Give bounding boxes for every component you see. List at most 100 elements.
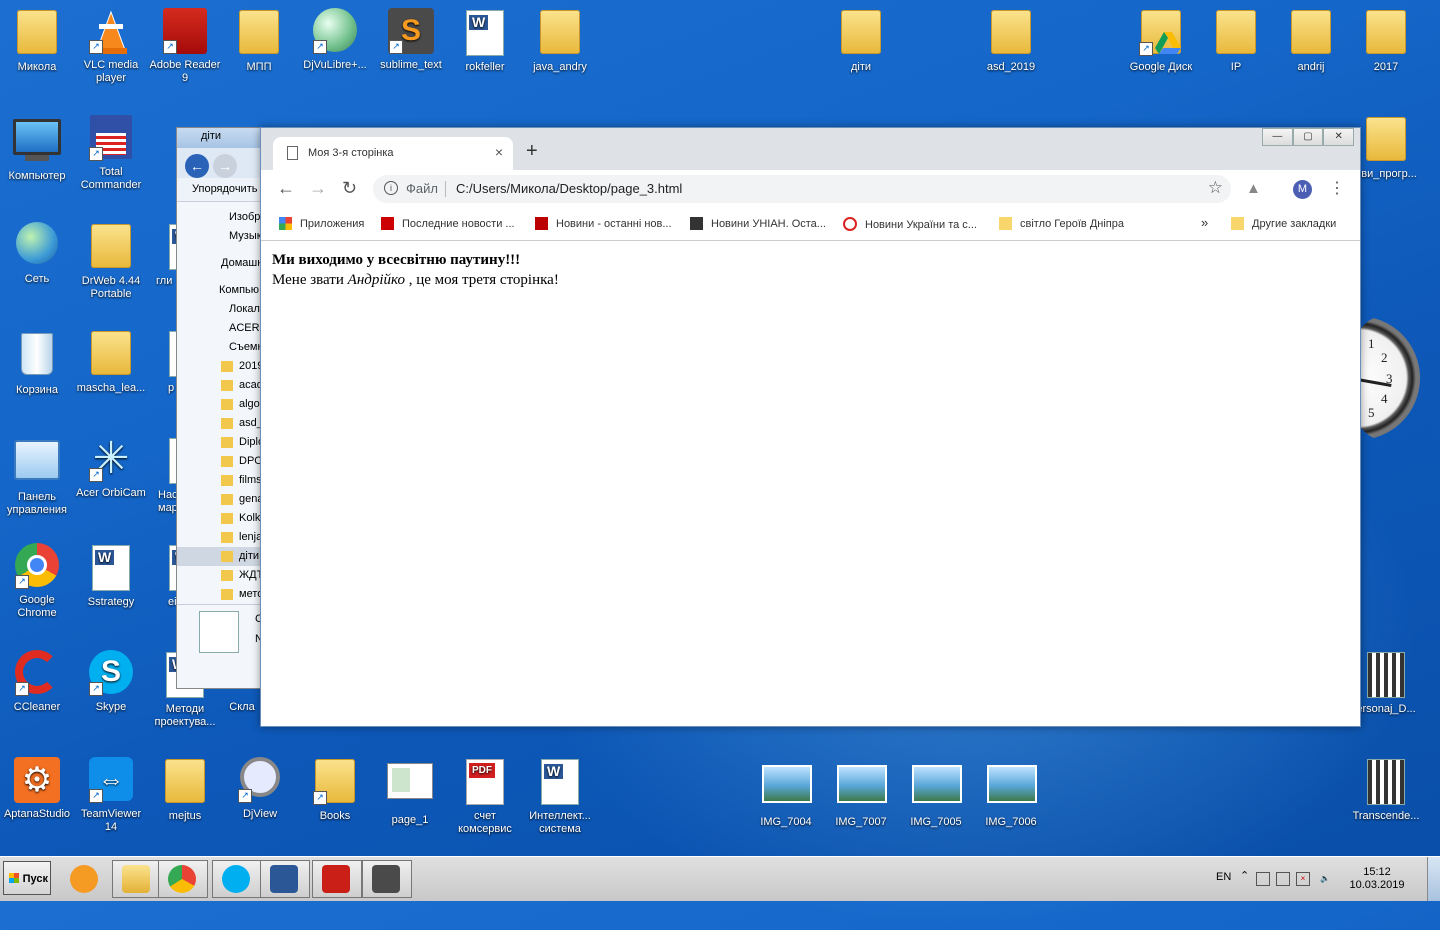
- close-window-button[interactable]: ✕: [1323, 128, 1355, 146]
- bookmark-folder-svitlo[interactable]: світло Героїв Дніпра: [999, 217, 1124, 230]
- desktop-icon-computer[interactable]: Компьютер: [0, 115, 74, 183]
- nav-folder[interactable]: films: [177, 471, 267, 490]
- forward-arrow-icon[interactable]: →: [213, 154, 237, 178]
- nav-item-acerd[interactable]: ACERD: [177, 319, 267, 338]
- nav-folder[interactable]: Kolko: [177, 509, 267, 528]
- show-hidden-icons[interactable]: ⌃: [1240, 869, 1249, 882]
- nav-folder-selected[interactable]: діти: [177, 547, 267, 566]
- taskbar-explorer[interactable]: [112, 860, 162, 898]
- bookmark-korrespondent[interactable]: Новини - останні нов...: [535, 217, 672, 230]
- desktop-icon-teamviewer[interactable]: ⇔ ↗ TeamViewer 14: [74, 757, 148, 834]
- address-bar[interactable]: i Файл C:/Users/Микола/Desktop/page_3.ht…: [373, 175, 1231, 203]
- desktop-icon-page-1[interactable]: page_1: [373, 757, 447, 827]
- tab-close-icon[interactable]: ×: [495, 144, 503, 160]
- desktop-icon-ei[interactable]: W ei: [148, 543, 178, 609]
- desktop-icon-chrome[interactable]: ↗ Google Chrome: [0, 543, 74, 620]
- desktop-icon-google-disk[interactable]: ↗ Google Диск: [1124, 8, 1198, 74]
- nav-folder[interactable]: Diplo: [177, 433, 267, 452]
- desktop-icon-control-panel[interactable]: Панель управления: [0, 436, 74, 517]
- desktop-icon-transcend[interactable]: Transcende...: [1349, 757, 1423, 823]
- desktop-icon-adobe-reader[interactable]: ↗ Adobe Reader 9: [148, 8, 222, 85]
- nav-folder[interactable]: acad: [177, 376, 267, 395]
- more-bookmarks-button[interactable]: »: [1201, 215, 1208, 230]
- desktop-icon-drweb[interactable]: DrWeb 4.44 Portable: [74, 222, 148, 301]
- desktop-icon-total-commander[interactable]: ↗ Total Commander: [74, 115, 148, 192]
- taskbar-word[interactable]: [260, 860, 310, 898]
- nav-folder[interactable]: DPO: [177, 452, 267, 471]
- desktop-icon-skype[interactable]: S ↗ Skype: [74, 650, 148, 714]
- tab-active[interactable]: Моя 3-я сторінка ×: [273, 137, 513, 170]
- desktop-icon-mascha[interactable]: mascha_lea...: [74, 329, 148, 395]
- forward-icon[interactable]: →: [309, 178, 327, 199]
- language-indicator[interactable]: EN: [1216, 871, 1231, 883]
- taskbar-media-player[interactable]: [60, 860, 110, 898]
- nav-item-music[interactable]: Музык: [177, 227, 267, 246]
- nav-folder[interactable]: asd_: [177, 414, 267, 433]
- desktop-icon-intellect[interactable]: W Интеллект... система: [523, 757, 597, 836]
- minimize-button[interactable]: —: [1262, 128, 1293, 146]
- menu-dots-icon[interactable]: ⋮: [1329, 178, 1345, 198]
- taskbar-skype[interactable]: [212, 860, 262, 898]
- desktop-icon-img-7005[interactable]: IMG_7005: [899, 757, 973, 829]
- desktop-icon-ccleaner[interactable]: ↗ CCleaner: [0, 650, 74, 714]
- nav-item-home[interactable]: Домашн: [177, 254, 267, 273]
- tray-network-icon[interactable]: [1276, 872, 1290, 886]
- clock[interactable]: 15:12 10.03.2019: [1342, 866, 1412, 892]
- desktop-icon-p[interactable]: p: [148, 329, 178, 395]
- nav-folder[interactable]: lenja: [177, 528, 267, 547]
- desktop-icon-trash[interactable]: Корзина: [0, 329, 74, 397]
- desktop-icon-mpp[interactable]: МПП: [222, 8, 296, 74]
- nav-folder[interactable]: 2019: [177, 357, 267, 376]
- taskbar-adobe[interactable]: [312, 860, 362, 898]
- desktop-icon-network[interactable]: Сеть: [0, 222, 74, 286]
- tray-usb-icon[interactable]: [1256, 872, 1270, 886]
- organize-button[interactable]: Упорядочить: [177, 178, 267, 202]
- desktop-icon-dity[interactable]: діти: [824, 8, 898, 74]
- desktop-icon-nas-mar[interactable]: Нас марш: [148, 436, 178, 515]
- info-icon[interactable]: i: [384, 181, 398, 195]
- desktop-icon-ip[interactable]: IP: [1199, 8, 1273, 74]
- start-button[interactable]: Пуск: [3, 861, 51, 895]
- back-arrow-icon[interactable]: ←: [185, 154, 209, 178]
- desktop-icon-acer-orbicam[interactable]: ✳ ↗ Acer OrbiCam: [74, 436, 148, 500]
- taskbar-sublime[interactable]: [362, 860, 412, 898]
- explorer-window[interactable]: діти ← → Упорядочить Изобр Музык Домашн …: [176, 127, 268, 689]
- nav-folder[interactable]: ЖДТ: [177, 566, 267, 585]
- back-icon[interactable]: ←: [277, 178, 295, 199]
- chrome-window[interactable]: Моя 3-я сторінка × + — ▢ ✕ ← → ↻ i Файл …: [260, 127, 1361, 727]
- nav-folder[interactable]: algo: [177, 395, 267, 414]
- explorer-nav-bar[interactable]: ← →: [177, 148, 267, 178]
- desktop-icon-rokfeller[interactable]: W rokfeller: [448, 8, 522, 74]
- tray-warning-icon[interactable]: ×: [1296, 872, 1310, 886]
- show-desktop-button[interactable]: [1427, 857, 1440, 901]
- desktop-icon-djview[interactable]: ↗ DjView: [223, 757, 297, 821]
- other-bookmarks[interactable]: Другие закладки: [1231, 217, 1336, 230]
- nav-folder[interactable]: gena: [177, 490, 267, 509]
- reload-icon[interactable]: ↻: [342, 178, 357, 199]
- desktop-icon-2017[interactable]: 2017: [1349, 8, 1423, 74]
- profile-avatar[interactable]: M: [1293, 180, 1312, 199]
- maximize-button[interactable]: ▢: [1292, 128, 1324, 146]
- nav-item-images[interactable]: Изобр: [177, 208, 267, 227]
- desktop-icon-img-7004[interactable]: IMG_7004: [749, 757, 823, 829]
- desktop-icon-java-andry[interactable]: java_andry: [523, 8, 597, 74]
- new-tab-button[interactable]: +: [526, 140, 538, 163]
- desktop-icon-djvulibre[interactable]: ↗ DjVuLibre+...: [298, 8, 372, 72]
- desktop-icon-sstrategy[interactable]: W Sstrategy: [74, 543, 148, 609]
- desktop-icon-sublime[interactable]: S ↗ sublime_text: [374, 8, 448, 72]
- desktop-icon-vlc[interactable]: ↗ VLC media player: [74, 8, 148, 85]
- nav-item-removable[interactable]: Съемн: [177, 338, 267, 357]
- desktop-icon-img-7007[interactable]: IMG_7007: [824, 757, 898, 829]
- nav-folder[interactable]: мето: [177, 585, 267, 604]
- taskbar-chrome[interactable]: [158, 860, 208, 898]
- bookmark-star-icon[interactable]: ☆: [1208, 178, 1223, 198]
- nav-item-computer[interactable]: Компью: [177, 281, 267, 300]
- bookmark-apps[interactable]: Приложения: [279, 217, 364, 230]
- nav-item-local[interactable]: Локал: [177, 300, 267, 319]
- desktop-icon-aptana[interactable]: ⚙ AptanaStudio: [0, 757, 74, 821]
- bookmark-tsn[interactable]: Последние новости ...: [381, 217, 515, 230]
- desktop-icon-schet[interactable]: PDF счет комсервис: [448, 757, 522, 836]
- desktop-icon-mykola[interactable]: Микола: [0, 8, 74, 74]
- desktop-icon-mejtus[interactable]: mejtus: [148, 757, 222, 823]
- drive-extension-icon[interactable]: ▲: [1246, 180, 1261, 197]
